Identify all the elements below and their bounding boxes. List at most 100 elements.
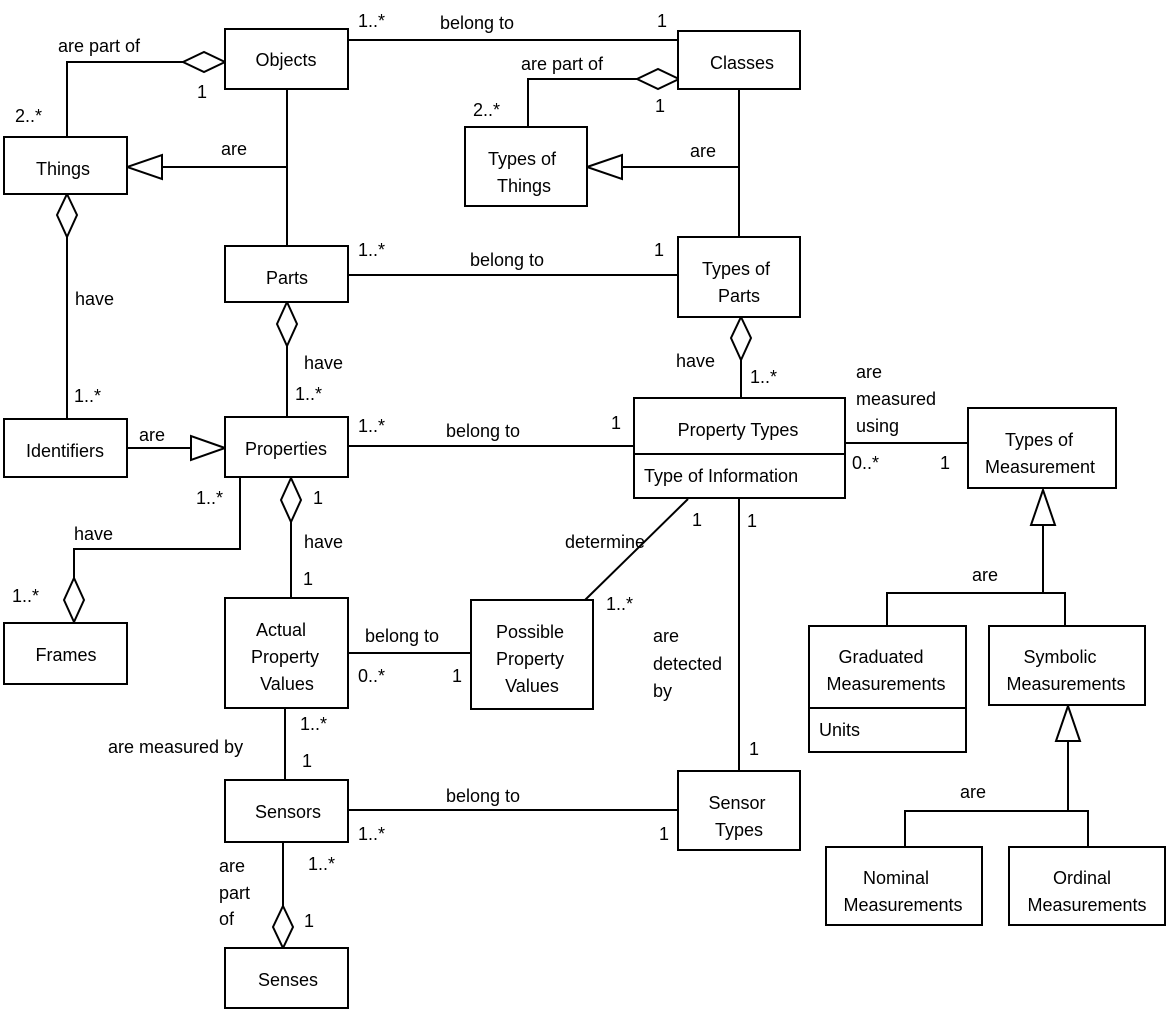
class-classes[interactable]: Classes <box>677 30 801 90</box>
class-name: Ordinal <box>1053 868 1111 888</box>
class-frames[interactable]: Frames <box>3 622 128 685</box>
association-label: are <box>690 141 716 161</box>
generalization-triangle-icon <box>190 434 229 462</box>
multiplicity: 1 <box>313 488 323 508</box>
association-label: using <box>856 416 899 436</box>
class-name: Actual <box>256 620 306 640</box>
association-label: are <box>221 139 247 159</box>
association-label: belong to <box>440 13 514 33</box>
aggregation-diamond-icon <box>62 575 86 625</box>
association-label: are part of <box>521 54 604 74</box>
multiplicity: 1 <box>611 413 621 433</box>
typesofthings-classes-line <box>527 78 637 127</box>
multiplicity: 1..* <box>358 824 385 844</box>
multiplicity: 1 <box>197 82 207 102</box>
association-label: have <box>304 353 343 373</box>
multiplicity: 1..* <box>750 367 777 387</box>
association-label: belong to <box>365 626 439 646</box>
multiplicity: 1 <box>940 453 950 473</box>
class-name: Types of <box>488 149 557 169</box>
class-name: Senses <box>258 970 318 990</box>
class-name: Types of <box>1005 430 1074 450</box>
class-name: Values <box>505 676 559 696</box>
class-name: Frames <box>35 645 96 665</box>
multiplicity: 1..* <box>300 714 327 734</box>
class-name: Things <box>497 176 551 196</box>
class-name: Sensors <box>255 802 321 822</box>
multiplicity: 1..* <box>358 240 385 260</box>
association-label: belong to <box>446 421 520 441</box>
class-attribute: Type of Information <box>644 466 798 486</box>
class-possible-property-values[interactable]: Possible Property Values <box>470 599 594 710</box>
class-name: Property <box>496 649 564 669</box>
class-name: Measurements <box>843 895 962 915</box>
class-types-of-parts[interactable]: Types of Parts <box>677 236 801 318</box>
class-sensor-types[interactable]: Sensor Types <box>677 770 801 851</box>
multiplicity: 0..* <box>358 666 385 686</box>
association-label: have <box>75 289 114 309</box>
multiplicity: 1 <box>304 911 314 931</box>
class-name: Possible <box>496 622 564 642</box>
aggregation-diamond-icon <box>271 903 295 951</box>
class-identifiers[interactable]: Identifiers <box>3 418 128 478</box>
class-types-of-things[interactable]: Types of Things <box>464 126 588 207</box>
class-sensors[interactable]: Sensors <box>224 779 349 843</box>
class-name: Nominal <box>863 868 929 888</box>
multiplicity: 1..* <box>358 11 385 31</box>
generalization-branch-line <box>886 592 1066 626</box>
class-nominal-measurements[interactable]: Nominal Measurements <box>825 846 983 926</box>
class-graduated-measurements[interactable]: Graduated Measurements Units <box>808 625 967 753</box>
multiplicity: 2..* <box>15 106 42 126</box>
multiplicity: 1..* <box>74 386 101 406</box>
class-types-of-measurement[interactable]: Types of Measurement <box>967 407 1117 489</box>
class-name: Values <box>260 674 314 694</box>
association-label: have <box>676 351 715 371</box>
association-label: are <box>856 362 882 382</box>
multiplicity: 1 <box>655 96 665 116</box>
things-objects-line <box>66 61 183 137</box>
class-name: Measurements <box>826 674 945 694</box>
class-property-types[interactable]: Property Types Type of Information <box>633 397 846 499</box>
association-label: are <box>139 425 165 445</box>
class-name: Property Types <box>678 420 799 440</box>
class-name: Sensor <box>708 793 765 813</box>
multiplicity: 1..* <box>295 384 322 404</box>
generalization-triangle-icon <box>583 153 623 181</box>
association-label: detected <box>653 654 722 674</box>
class-symbolic-measurements[interactable]: Symbolic Measurements <box>988 625 1146 706</box>
association-label: are <box>960 782 986 802</box>
class-name: Types <box>715 820 763 840</box>
class-name: Measurement <box>985 457 1095 477</box>
class-things[interactable]: Things <box>3 136 128 195</box>
class-name: Identifiers <box>26 441 104 461</box>
class-parts[interactable]: Parts <box>224 245 349 303</box>
class-name: Measurements <box>1027 895 1146 915</box>
generalization-triangle-icon <box>1054 702 1082 742</box>
class-name: Types of <box>702 259 771 279</box>
association-label: have <box>74 524 113 544</box>
class-name: Objects <box>255 50 316 70</box>
multiplicity: 1 <box>452 666 462 686</box>
class-senses[interactable]: Senses <box>224 947 349 1009</box>
class-objects[interactable]: Objects <box>224 28 349 90</box>
class-name: Properties <box>245 439 327 459</box>
multiplicity: 1..* <box>12 586 39 606</box>
class-actual-property-values[interactable]: Actual Property Values <box>224 597 349 709</box>
class-name: Property <box>251 647 319 667</box>
association-label: determine <box>565 532 645 552</box>
class-properties[interactable]: Properties <box>224 416 349 478</box>
association-label: measured <box>856 389 936 409</box>
multiplicity: 1 <box>654 240 664 260</box>
association-label: are <box>972 565 998 585</box>
association-label: are <box>219 856 245 876</box>
aggregation-diamond-icon <box>729 314 753 363</box>
multiplicity: 1 <box>302 751 312 771</box>
multiplicity: 1 <box>657 11 667 31</box>
multiplicity: 1..* <box>196 488 223 508</box>
class-ordinal-measurements[interactable]: Ordinal Measurements <box>1008 846 1166 926</box>
association-label: of <box>219 909 235 929</box>
association-label: belong to <box>470 250 544 270</box>
multiplicity: 1 <box>303 569 313 589</box>
class-name: Classes <box>710 53 774 73</box>
association-label: are <box>653 626 679 646</box>
